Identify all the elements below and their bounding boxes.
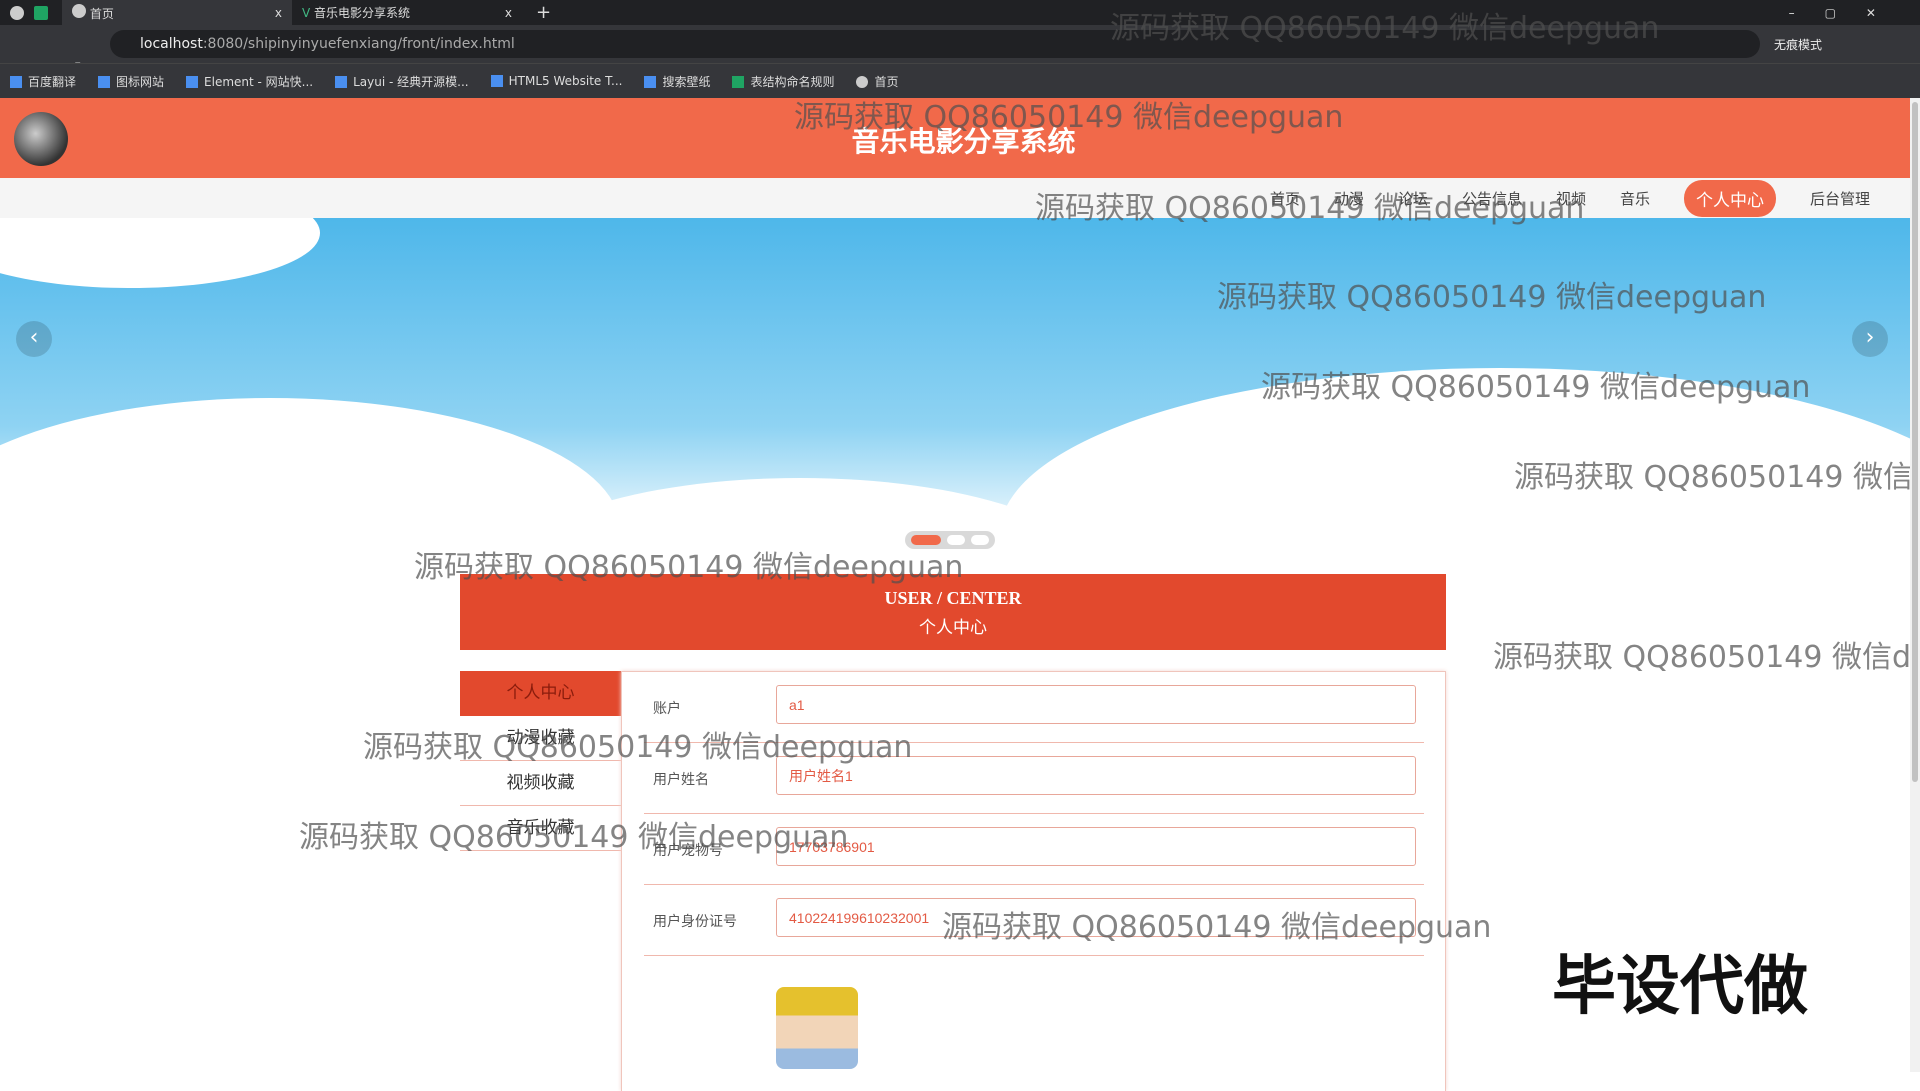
bookmark-label: HTML5 Website T... (508, 74, 623, 88)
browser-tab-app[interactable]: V 音乐电影分享系统 x (292, 0, 522, 25)
bookmark-label: 首页 (874, 74, 899, 89)
bookmark[interactable]: 搜索壁纸 (644, 73, 710, 90)
main-nav: 首页 动漫 论坛 公告信息 视频 音乐 个人中心 后台管理 (0, 178, 1910, 218)
watermark: 源码获取 QQ86050149 微信deepguan (1110, 11, 1660, 46)
page-scrollbar[interactable] (1910, 98, 1920, 1072)
watermark: 源码获取 QQ86050149 微信deepguan (1217, 280, 1767, 315)
tab-title: 首页 (89, 6, 114, 21)
watermark: 源码获取 QQ86050149 微信deepguan (363, 730, 913, 765)
sheets-icon (34, 5, 48, 20)
carousel-next-button[interactable]: › (1852, 321, 1888, 357)
watermark: 源码获取 QQ86050149 微信deepguan (414, 550, 964, 585)
watermark: 源码获取 QQ86050149 微信deepguan (1514, 460, 1920, 495)
bookmark-label: 搜索壁纸 (662, 74, 711, 89)
new-tab-button[interactable]: + (536, 2, 551, 23)
nav-music[interactable]: 音乐 (1620, 188, 1650, 209)
section-title-en: USER / CENTER (884, 588, 1022, 608)
bookmark-label: 百度翻译 (28, 74, 77, 89)
field-label: 用户姓名 (653, 772, 709, 788)
field-label: 账户 (653, 701, 681, 717)
tab-title: 音乐电影分享系统 (314, 6, 411, 20)
bookmark[interactable]: 百度翻译 (10, 73, 76, 90)
bookmark[interactable]: Layui - 经典开源模... (335, 73, 469, 90)
incognito-label[interactable]: 无痕模式 (1774, 36, 1822, 53)
watermark: 源码获取 QQ86050149 微信deepguan (299, 820, 849, 855)
watermark: 源码获取 QQ86050149 微信deepguan (1035, 191, 1585, 226)
account-input[interactable] (776, 685, 1416, 724)
bookmark[interactable]: 首页 (856, 73, 899, 90)
bookmark[interactable]: HTML5 Website T... (490, 74, 623, 88)
watermark: 源码获取 QQ86050149 微信deepguan (1493, 640, 1920, 675)
field-label: 用户身份证号 (653, 914, 737, 930)
vue-icon: V (302, 6, 311, 20)
bookmark[interactable]: Element - 网站快... (186, 73, 313, 90)
sidebar-item-user-center[interactable]: 个人中心 (460, 671, 621, 716)
bookmark-label: 表结构命名规则 (750, 74, 835, 89)
watermark: 源码获取 QQ86050149 微信deepguan (794, 100, 1344, 135)
bookmark-label: 图标网站 (116, 74, 165, 89)
window-controls[interactable]: –▢✕ (1789, 6, 1906, 20)
globe-icon (72, 3, 86, 18)
section-title-cn: 个人中心 (919, 618, 987, 637)
bookmark[interactable]: 图标网站 (98, 73, 164, 90)
nav-admin[interactable]: 后台管理 (1810, 188, 1870, 209)
watermark: 源码获取 QQ86050149 微信deepguan (942, 910, 1492, 945)
carousel-dot[interactable] (971, 535, 989, 545)
browser-tab-home[interactable]: 首页 x (62, 0, 292, 25)
watermark: 源码获取 QQ86050149 微信deepguan (1261, 370, 1811, 405)
ad-text: 毕设代做 (1552, 950, 1808, 1024)
carousel-prev-button[interactable]: ‹ (16, 321, 52, 357)
bookmark-label: Layui - 经典开源模... (353, 74, 469, 89)
avatar[interactable] (776, 987, 858, 1069)
close-tab-icon[interactable]: x (505, 6, 512, 20)
nav-user-center[interactable]: 个人中心 (1683, 179, 1776, 217)
pet-number-input[interactable] (776, 827, 1416, 866)
globe-icon (10, 5, 24, 20)
url-host: localhost (140, 36, 203, 52)
bookmark-label: Element - 网站快... (204, 74, 314, 89)
close-tab-icon[interactable]: x (275, 6, 282, 20)
url-path: :8080/shipinyinyuefenxiang/front/index.h… (202, 36, 515, 52)
bookmark[interactable]: 表结构命名规则 (732, 73, 834, 90)
sidebar-item-video-favorites[interactable]: 视频收藏 (460, 761, 621, 806)
